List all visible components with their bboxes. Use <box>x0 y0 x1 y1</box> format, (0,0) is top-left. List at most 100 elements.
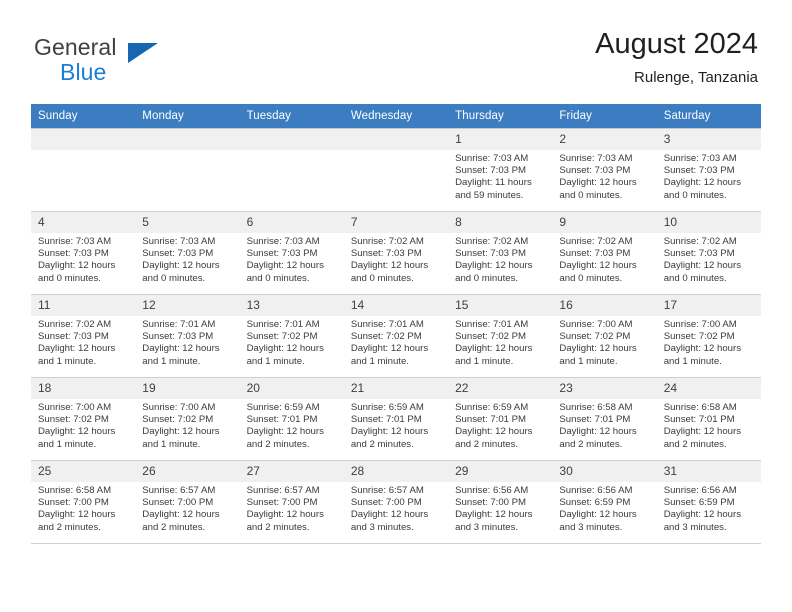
sunrise-time: Sunrise: 6:59 AM <box>246 402 320 413</box>
daylight-duration-line2: and 2 minutes. <box>350 438 414 450</box>
daylight-duration-line2: and 1 minute. <box>38 355 97 367</box>
day-number <box>31 129 136 150</box>
day-details: Sunrise: 6:59 AM Sunset: 7:01 PM Daylight:… <box>240 399 344 451</box>
calendar-day-cell-inner: 24 Sunrise: 6:58 AM Sunset: 7:01 PM Dayligh… <box>656 378 761 460</box>
sunrise-time: Sunrise: 6:59 AM <box>350 402 424 413</box>
daylight-duration-line2: and 1 minute. <box>142 355 201 367</box>
daylight-duration-line1: Daylight: 12 hours <box>142 509 220 521</box>
calendar-day-cell-inner: 12 Sunrise: 7:01 AM Sunset: 7:03 PM Dayligh… <box>135 295 240 377</box>
daylight-duration-line2: and 0 minutes. <box>38 272 101 284</box>
day-details: Sunrise: 7:03 AM Sunset: 7:03 PM Daylight:… <box>448 150 552 202</box>
calendar-page: General Blue August 2024 Rulenge, Tanzan… <box>0 0 792 612</box>
daylight-duration-line2: and 2 minutes. <box>559 438 623 450</box>
calendar-day-cell-inner: 11 Sunrise: 7:02 AM Sunset: 7:03 PM Dayligh… <box>31 295 136 377</box>
sunset-time: Sunset: 7:02 PM <box>142 414 214 426</box>
calendar-day-cell[interactable]: 31 Sunrise: 6:56 AM Sunset: 6:59 PM Dayligh… <box>656 460 761 544</box>
sunrise-time: Sunrise: 7:03 AM <box>559 153 633 164</box>
calendar-day-cell-inner: 19 Sunrise: 7:00 AM Sunset: 7:02 PM Dayligh… <box>135 378 240 460</box>
day-number: 20 <box>239 378 344 399</box>
calendar-day-cell[interactable]: 8 Sunrise: 7:02 AM Sunset: 7:03 PM Daylight… <box>448 211 553 295</box>
sunrise-time: Sunrise: 6:56 AM <box>663 485 737 496</box>
day-number: 15 <box>448 295 553 316</box>
sunrise-time: Sunrise: 6:56 AM <box>559 485 633 496</box>
calendar-day-cell[interactable]: 11 Sunrise: 7:02 AM Sunset: 7:03 PM Dayligh… <box>31 294 136 378</box>
calendar-day-cell-inner: 2 Sunrise: 7:03 AM Sunset: 7:03 PM Daylight… <box>552 129 657 211</box>
calendar-day-cell[interactable]: 1 Sunrise: 7:03 AM Sunset: 7:03 PM Daylight… <box>448 128 553 212</box>
calendar-day-cell[interactable]: 6 Sunrise: 7:03 AM Sunset: 7:03 PM Daylight… <box>239 211 344 295</box>
calendar-day-cell[interactable]: 16 Sunrise: 7:00 AM Sunset: 7:02 PM Dayligh… <box>552 294 657 378</box>
calendar-day-cell[interactable]: 7 Sunrise: 7:02 AM Sunset: 7:03 PM Daylight… <box>343 211 449 295</box>
calendar-day-cell[interactable]: 4 Sunrise: 7:03 AM Sunset: 7:03 PM Daylight… <box>31 211 136 295</box>
daylight-duration-line1: Daylight: 12 hours <box>246 509 324 521</box>
calendar-day-cell[interactable]: 2 Sunrise: 7:03 AM Sunset: 7:03 PM Daylight… <box>552 128 657 212</box>
calendar-day-cell-inner: 4 Sunrise: 7:03 AM Sunset: 7:03 PM Daylight… <box>31 212 136 294</box>
calendar-day-cell[interactable]: 20 Sunrise: 6:59 AM Sunset: 7:01 PM Dayligh… <box>239 377 344 461</box>
calendar-day-cell-empty <box>31 128 136 212</box>
day-details: Sunrise: 7:02 AM Sunset: 7:03 PM Daylight:… <box>344 233 448 285</box>
sunrise-time: Sunrise: 7:03 AM <box>663 153 737 164</box>
calendar-day-cell[interactable]: 24 Sunrise: 6:58 AM Sunset: 7:01 PM Dayligh… <box>656 377 761 461</box>
weekday-header-saturday: Saturday <box>656 104 761 129</box>
calendar-day-cell[interactable]: 5 Sunrise: 7:03 AM Sunset: 7:03 PM Daylight… <box>135 211 240 295</box>
sunset-time: Sunset: 7:03 PM <box>455 248 527 260</box>
calendar-day-cell[interactable]: 15 Sunrise: 7:01 AM Sunset: 7:02 PM Dayligh… <box>448 294 553 378</box>
daylight-duration-line1: Daylight: 12 hours <box>350 509 429 521</box>
calendar-day-cell[interactable]: 3 Sunrise: 7:03 AM Sunset: 7:03 PM Daylight… <box>656 128 761 212</box>
daylight-duration-line2: and 0 minutes. <box>455 272 519 284</box>
sunrise-time: Sunrise: 7:00 AM <box>38 402 112 413</box>
brand-logo[interactable]: General Blue <box>34 34 264 90</box>
sunset-time: Sunset: 7:03 PM <box>246 248 318 260</box>
calendar-day-cell[interactable]: 26 Sunrise: 6:57 AM Sunset: 7:00 PM Dayligh… <box>135 460 240 544</box>
daylight-duration-line1: Daylight: 12 hours <box>38 260 116 272</box>
calendar-day-cell[interactable]: 14 Sunrise: 7:01 AM Sunset: 7:02 PM Dayligh… <box>343 294 449 378</box>
calendar-day-cell-inner <box>31 129 136 211</box>
daylight-duration-line2: and 1 minute. <box>663 355 722 367</box>
calendar-day-cell[interactable]: 10 Sunrise: 7:02 AM Sunset: 7:03 PM Dayligh… <box>656 211 761 295</box>
daylight-duration-line2: and 3 minutes. <box>350 521 414 533</box>
sunrise-time: Sunrise: 6:58 AM <box>663 402 737 413</box>
calendar-day-cell[interactable]: 9 Sunrise: 7:02 AM Sunset: 7:03 PM Daylight… <box>552 211 657 295</box>
calendar-day-cell[interactable]: 18 Sunrise: 7:00 AM Sunset: 7:02 PM Dayligh… <box>31 377 136 461</box>
day-number: 12 <box>135 295 240 316</box>
day-number: 27 <box>239 461 344 482</box>
weekday-header-tuesday: Tuesday <box>239 104 344 129</box>
sunrise-time: Sunrise: 7:03 AM <box>246 236 320 247</box>
calendar-day-cell[interactable]: 17 Sunrise: 7:00 AM Sunset: 7:02 PM Dayligh… <box>656 294 761 378</box>
calendar-day-cell-inner: 14 Sunrise: 7:01 AM Sunset: 7:02 PM Dayligh… <box>343 295 449 377</box>
day-number: 26 <box>135 461 240 482</box>
calendar-day-cell[interactable]: 27 Sunrise: 6:57 AM Sunset: 7:00 PM Dayligh… <box>239 460 344 544</box>
calendar-week-row: 1 Sunrise: 7:03 AM Sunset: 7:03 PM Daylight… <box>31 128 761 212</box>
sunset-time: Sunset: 7:02 PM <box>663 331 735 343</box>
calendar-day-cell-inner: 3 Sunrise: 7:03 AM Sunset: 7:03 PM Daylight… <box>656 129 761 211</box>
sunset-time: Sunset: 7:03 PM <box>663 165 735 177</box>
sunset-time: Sunset: 7:02 PM <box>350 331 422 343</box>
calendar-day-cell-inner: 1 Sunrise: 7:03 AM Sunset: 7:03 PM Daylight… <box>448 129 553 211</box>
day-number: 19 <box>135 378 240 399</box>
sunrise-time: Sunrise: 6:57 AM <box>246 485 320 496</box>
daylight-duration-line2: and 2 minutes. <box>142 521 206 533</box>
day-number: 6 <box>239 212 344 233</box>
calendar-day-cell[interactable]: 13 Sunrise: 7:01 AM Sunset: 7:02 PM Dayligh… <box>239 294 344 378</box>
calendar-day-cell[interactable]: 19 Sunrise: 7:00 AM Sunset: 7:02 PM Dayligh… <box>135 377 240 461</box>
weekday-header-friday: Friday <box>552 104 657 129</box>
daylight-duration-line2: and 2 minutes. <box>38 521 101 533</box>
calendar-day-cell[interactable]: 23 Sunrise: 6:58 AM Sunset: 7:01 PM Dayligh… <box>552 377 657 461</box>
calendar-day-cell[interactable]: 29 Sunrise: 6:56 AM Sunset: 7:00 PM Dayligh… <box>448 460 553 544</box>
day-number: 3 <box>656 129 761 150</box>
day-number: 14 <box>343 295 449 316</box>
day-number: 21 <box>343 378 449 399</box>
calendar-day-cell-inner: 21 Sunrise: 6:59 AM Sunset: 7:01 PM Dayligh… <box>343 378 449 460</box>
day-details: Sunrise: 6:56 AM Sunset: 7:00 PM Daylight:… <box>448 482 552 534</box>
day-number: 2 <box>552 129 657 150</box>
day-number: 8 <box>448 212 553 233</box>
sunset-time: Sunset: 7:02 PM <box>455 331 527 343</box>
sunset-time: Sunset: 7:03 PM <box>559 248 631 260</box>
calendar-day-cell[interactable]: 25 Sunrise: 6:58 AM Sunset: 7:00 PM Dayligh… <box>31 460 136 544</box>
calendar-day-cell-inner: 25 Sunrise: 6:58 AM Sunset: 7:00 PM Dayligh… <box>31 461 136 543</box>
calendar-day-cell[interactable]: 30 Sunrise: 6:56 AM Sunset: 6:59 PM Dayligh… <box>552 460 657 544</box>
calendar-day-cell[interactable]: 28 Sunrise: 6:57 AM Sunset: 7:00 PM Dayligh… <box>343 460 449 544</box>
calendar-day-cell[interactable]: 12 Sunrise: 7:01 AM Sunset: 7:03 PM Dayligh… <box>135 294 240 378</box>
calendar-day-cell[interactable]: 21 Sunrise: 6:59 AM Sunset: 7:01 PM Dayligh… <box>343 377 449 461</box>
calendar-day-cell[interactable]: 22 Sunrise: 6:59 AM Sunset: 7:01 PM Dayligh… <box>448 377 553 461</box>
sunrise-time: Sunrise: 7:02 AM <box>38 319 112 330</box>
